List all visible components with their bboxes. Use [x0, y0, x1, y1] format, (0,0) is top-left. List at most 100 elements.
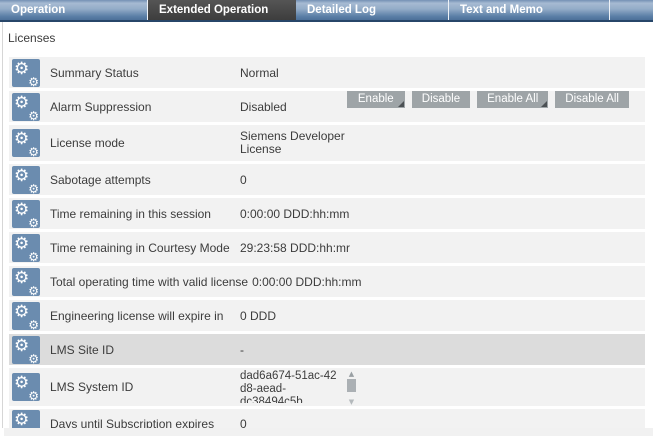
tab-extended-operation[interactable]: Extended Operation — [147, 0, 296, 20]
footer-strip — [4, 428, 653, 436]
tab-label: Extended Operation — [159, 4, 268, 16]
gear-large-icon: ⚙ — [14, 200, 29, 220]
value-line: d8-aead- — [240, 383, 344, 396]
property-label: Time remaining in Courtesy Mode — [50, 241, 240, 255]
gear-large-icon: ⚙ — [14, 268, 29, 288]
property-value-cell: 29:23:58 DDD:hh:mr — [240, 232, 645, 263]
row-summary-status[interactable]: ⚙ ⚙ Summary Status Normal — [9, 57, 645, 88]
gears-icon: ⚙ ⚙ — [12, 59, 40, 87]
value-text-box: dad6a674-51ac-42d8-aead-dc38494c5b — [240, 370, 344, 403]
enable-button[interactable]: Enable — [347, 91, 405, 108]
gear-large-icon: ⚙ — [14, 302, 29, 322]
gear-small-icon: ⚙ — [28, 146, 39, 158]
property-value: 0 — [240, 173, 247, 187]
button-label: Disable All — [565, 93, 619, 105]
property-value-cell: Siemens DeveloperLicense — [240, 125, 645, 161]
tab-label: Operation — [11, 4, 65, 16]
enable-all-button[interactable]: Enable All — [477, 91, 548, 108]
property-value: Disabled — [240, 100, 287, 114]
property-value: 0:00:00 DDD:hh:mm — [240, 207, 349, 221]
gear-large-icon: ⚙ — [14, 234, 29, 254]
property-label: Total operating time with valid license — [50, 275, 252, 289]
row-time-remaining-in-this-session[interactable]: ⚙ ⚙ Time remaining in this session 0:00:… — [9, 198, 645, 229]
gear-large-icon: ⚙ — [14, 166, 29, 186]
tab-detailed-log[interactable]: Detailed Log — [296, 0, 448, 20]
gear-small-icon: ⚙ — [28, 285, 39, 297]
row-sabotage-attempts[interactable]: ⚙ ⚙ Sabotage attempts 0 — [9, 164, 645, 195]
property-value: 0:00:00 DDD:hh:mm — [252, 275, 361, 289]
property-value-cell: 0 DDD — [240, 300, 645, 331]
property-value-cell: 0:00:00 DDD:hh:mm — [252, 266, 645, 297]
gear-small-icon: ⚙ — [28, 183, 39, 195]
value-line: License — [240, 143, 345, 156]
gear-small-icon: ⚙ — [28, 76, 39, 88]
property-value: 0 DDD — [240, 309, 276, 323]
property-label: License mode — [50, 136, 240, 150]
row-lms-system-id[interactable]: ⚙ ⚙ LMS System ID dad6a674-51ac-42d8-aea… — [9, 368, 645, 406]
gear-small-icon: ⚙ — [28, 251, 39, 263]
gears-icon: ⚙ ⚙ — [12, 234, 40, 262]
gear-large-icon: ⚙ — [14, 336, 29, 356]
tab-operation[interactable]: Operation — [0, 0, 147, 20]
tab-label: Text and Memo — [460, 4, 543, 16]
gear-large-icon: ⚙ — [14, 129, 29, 149]
property-value-cell: Normal — [240, 57, 645, 88]
tab-label: Detailed Log — [307, 4, 376, 16]
property-label: Sabotage attempts — [50, 173, 240, 187]
gears-icon: ⚙ ⚙ — [12, 129, 40, 157]
row-days-until-subscription-expires[interactable]: ⚙ ⚙ Days until Subscription expires 0 — [9, 409, 645, 428]
section-title: Licenses — [3, 22, 653, 45]
value-line: dc38494c5b — [240, 396, 344, 403]
gears-icon: ⚙ ⚙ — [12, 373, 40, 401]
button-label: Disable — [422, 93, 460, 105]
tab-text-and-memo[interactable]: Text and Memo — [448, 0, 609, 20]
property-value-cell: 0:00:00 DDD:hh:mm — [240, 198, 645, 229]
scrollbar-thumb[interactable] — [347, 379, 356, 392]
vertical-scrollbar[interactable]: ▲▼ — [346, 370, 357, 406]
value-line: dad6a674-51ac-42 — [240, 370, 344, 383]
property-value: Normal — [240, 66, 279, 80]
gear-small-icon: ⚙ — [28, 110, 39, 122]
row-lms-site-id[interactable]: ⚙ ⚙ LMS Site ID - — [9, 334, 645, 365]
property-value: - — [240, 343, 244, 357]
scroll-up-icon[interactable]: ▲ — [349, 370, 354, 378]
gears-icon: ⚙ ⚙ — [12, 268, 40, 296]
property-label: Summary Status — [50, 66, 240, 80]
property-label: LMS System ID — [50, 380, 240, 394]
property-value: 0 — [240, 417, 247, 428]
button-label: Enable — [358, 93, 394, 105]
button-label: Enable All — [487, 93, 538, 105]
gears-icon: ⚙ ⚙ — [12, 410, 40, 428]
row-alarm-suppression[interactable]: ⚙ ⚙ Alarm Suppression DisabledEnableDisa… — [9, 91, 645, 122]
row-engineering-license-will-expire-in[interactable]: ⚙ ⚙ Engineering license will expire in 0… — [9, 300, 645, 331]
row-total-operating-time-with-valid-license[interactable]: ⚙ ⚙ Total operating time with valid lice… — [9, 266, 645, 297]
tab-bar-filler — [609, 0, 653, 20]
dropdown-corner-icon — [541, 101, 547, 107]
property-label: Alarm Suppression — [50, 100, 240, 114]
property-value: 29:23:58 DDD:hh:mr — [240, 241, 350, 255]
gear-large-icon: ⚙ — [14, 59, 29, 79]
property-value-cell: 0 — [240, 409, 645, 428]
gears-icon: ⚙ ⚙ — [12, 93, 40, 121]
gear-small-icon: ⚙ — [28, 319, 39, 331]
property-value-cell: dad6a674-51ac-42d8-aead-dc38494c5b▲▼ — [240, 368, 645, 406]
content-panel: Licenses ⚙ ⚙ Summary Status Normal ⚙ ⚙ A… — [2, 22, 653, 428]
gear-large-icon: ⚙ — [14, 373, 29, 393]
property-label: Time remaining in this session — [50, 207, 240, 221]
gears-icon: ⚙ ⚙ — [12, 200, 40, 228]
property-label: LMS Site ID — [50, 343, 240, 357]
property-value-cell: Disabled Enable Disable Enable All Disable A… — [240, 91, 645, 122]
scrollable-value: dad6a674-51ac-42d8-aead-dc38494c5b▲▼ — [240, 368, 357, 406]
property-value-cell: - — [240, 334, 645, 365]
disable-button[interactable]: Disable — [412, 91, 470, 108]
row-time-remaining-in-courtesy-mode[interactable]: ⚙ ⚙ Time remaining in Courtesy Mode 29:2… — [9, 232, 645, 263]
gear-small-icon: ⚙ — [28, 217, 39, 229]
scroll-down-icon[interactable]: ▼ — [349, 398, 354, 406]
value-lines: Siemens DeveloperLicense — [240, 130, 345, 156]
disable-all-button[interactable]: Disable All — [555, 91, 629, 108]
gear-small-icon: ⚙ — [28, 353, 39, 365]
gear-small-icon: ⚙ — [28, 390, 39, 402]
row-license-mode[interactable]: ⚙ ⚙ License mode Siemens DeveloperLicens… — [9, 125, 645, 161]
gears-icon: ⚙ ⚙ — [12, 166, 40, 194]
gears-icon: ⚙ ⚙ — [12, 302, 40, 330]
